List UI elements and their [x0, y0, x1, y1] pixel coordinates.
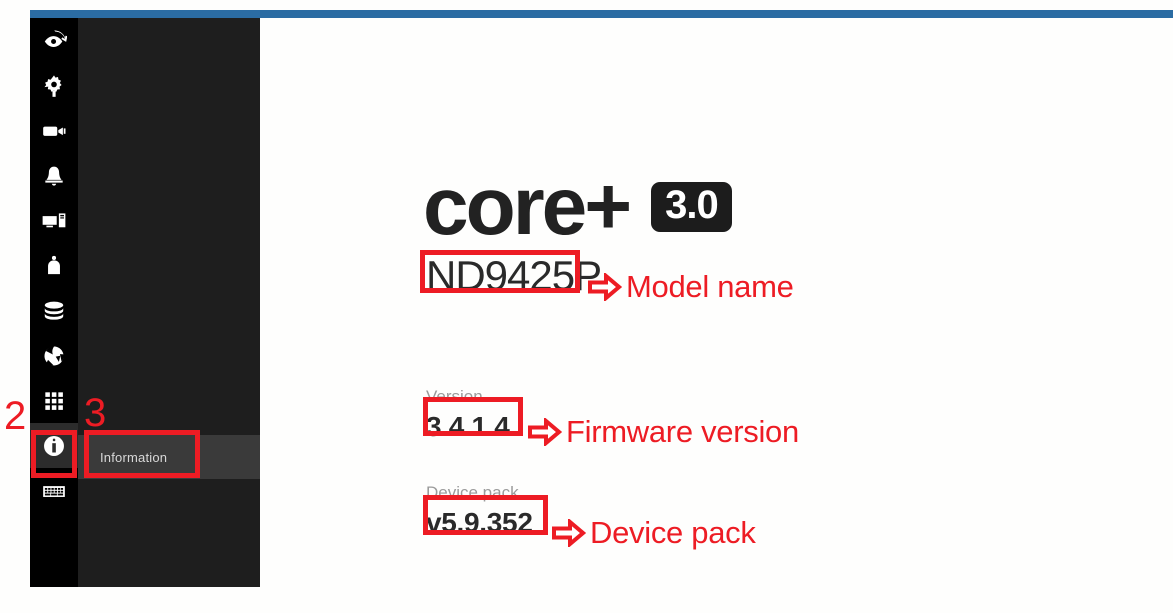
version-value: 3.4.1.4 — [426, 411, 510, 442]
camera-icon — [41, 118, 67, 144]
sidebar-item-system[interactable] — [30, 198, 78, 243]
sidebar-item-alarm[interactable] — [30, 153, 78, 198]
submenu-panel: Information — [78, 18, 260, 587]
sidebar-item-settings[interactable] — [30, 63, 78, 108]
sidebar-item-camera[interactable] — [30, 108, 78, 153]
sidebar-item-information[interactable] — [30, 423, 78, 468]
logo-wordmark: core+ — [423, 161, 632, 252]
sidebar-item-network[interactable] — [30, 333, 78, 378]
version-label: Version — [426, 387, 483, 406]
annotation-number-2: 2 — [4, 394, 27, 438]
device-pack-value: v5.9.352 — [426, 507, 533, 538]
apps-grid-icon — [41, 388, 67, 414]
keyboard-icon — [41, 478, 67, 504]
submenu-item-label: Information — [100, 449, 168, 465]
sidebar-item-keyboard[interactable] — [30, 468, 78, 513]
sidebar-icon-rail — [30, 18, 78, 587]
top-accent-bar — [30, 10, 1173, 18]
user-account-icon — [41, 253, 67, 279]
device-pack-field: Device pack v5.9.352 — [426, 484, 533, 537]
sidebar-item-playback[interactable] — [30, 18, 78, 63]
alarm-bell-icon — [41, 163, 67, 189]
sidebar-item-storage[interactable] — [30, 288, 78, 333]
sidebar-item-apps[interactable] — [30, 378, 78, 423]
version-field: Version 3.4.1.4 — [426, 388, 510, 441]
app-window: Information core+ 3.0 ND9425P Version 3.… — [0, 0, 1173, 613]
logo-version-badge: 3.0 — [651, 181, 732, 232]
sidebar-item-user[interactable] — [30, 243, 78, 288]
system-monitor-icon — [41, 208, 67, 234]
playback-review-icon — [41, 28, 67, 54]
network-icon — [41, 343, 67, 369]
device-pack-label: Device pack — [426, 483, 519, 502]
model-name-value: ND9425P — [426, 252, 602, 299]
settings-gear-icon — [41, 73, 67, 99]
storage-icon — [41, 298, 67, 324]
main-content: core+ 3.0 ND9425P Version 3.4.1.4 Device… — [260, 18, 1173, 613]
submenu-item-information[interactable]: Information — [78, 435, 260, 479]
information-icon — [41, 433, 67, 459]
product-logo: core+ 3.0 — [423, 161, 732, 252]
